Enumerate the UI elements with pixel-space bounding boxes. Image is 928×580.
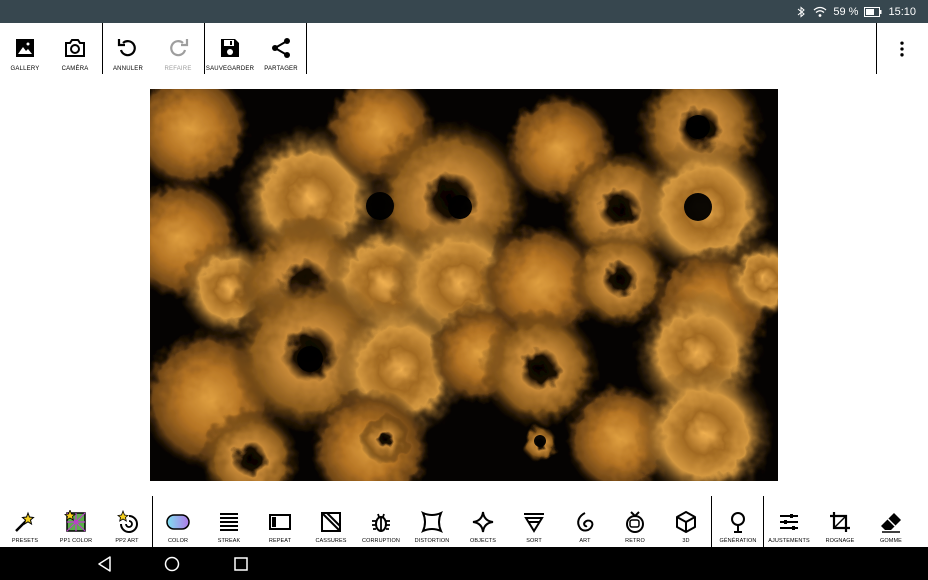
repeat-button[interactable]: REPEAT [263,496,297,547]
objects-button[interactable]: OBJECTS [466,496,500,547]
distortion-button[interactable]: DISTORTION [412,496,452,547]
save-label: SAUVEGARDER [205,66,255,72]
color-label: COLOR [167,538,189,544]
art-label: ART [579,538,591,544]
status-bar: 59 % 15:10 [0,0,928,23]
more-vert-icon [900,41,904,57]
adjustments-button[interactable]: AJUSTEMENTS [766,496,812,547]
magic-wand-icon [15,511,35,532]
toolbar-divider [763,496,764,547]
pp2-art-label: PP2 ART [115,538,139,544]
toolbar-divider [152,496,153,547]
eraser-label: GOMME [880,538,902,544]
bug-icon [372,513,390,532]
gallery-button[interactable]: GALLERY [5,23,45,74]
camera-button[interactable]: CAMÉRA [55,23,95,74]
streak-button[interactable]: STREAK [212,496,246,547]
retro-button[interactable]: RETRO [618,496,652,547]
tree-icon [731,512,745,533]
toolbar-divider [711,496,712,547]
cube-icon [676,511,696,533]
share-icon [272,38,290,58]
generation-label: GÉNÉRATION [719,538,757,544]
cassures-button[interactable]: CASSURES [313,496,349,547]
cassures-icon [321,512,341,532]
navigation-bar [0,547,928,580]
share-button[interactable]: PARTAGER [261,23,301,74]
battery-percent: 59 % [833,5,859,18]
sort-button[interactable]: SORT [517,496,551,547]
floppy-disk-icon [221,39,239,57]
share-label: PARTAGER [264,66,298,72]
distortion-icon [421,511,443,533]
objects-label: OBJECTS [469,538,497,544]
image-icon [16,39,34,57]
toolbar-divider [204,23,205,74]
recents-icon[interactable] [233,556,249,572]
undo-icon [117,39,136,57]
toolbar-divider [306,23,307,74]
crop-label: ROGNAGE [825,538,855,544]
art-button[interactable]: ART [568,496,602,547]
toolbar-divider [102,23,103,74]
overflow-menu-button[interactable] [888,23,916,74]
undo-label: ANNULER [112,66,144,72]
cassures-label: CASSURES [315,538,347,544]
crop-icon [830,512,850,532]
retro-label: RETRO [625,538,645,544]
corruption-button[interactable]: CORRUPTION [361,496,401,547]
pp1-color-label: PP1 COLOR [59,538,93,544]
camera-label: CAMÉRA [61,66,89,72]
back-icon[interactable] [97,556,113,572]
color-button[interactable]: COLOR [161,496,195,547]
image-canvas[interactable] [150,89,778,481]
repeat-icon [269,514,291,530]
crop-button[interactable]: ROGNAGE [822,496,858,547]
sliders-icon [780,514,798,530]
presets-label: PRESETS [11,538,39,544]
gallery-label: GALLERY [10,66,40,72]
redo-button[interactable]: REFAIRE [158,23,198,74]
camera-icon [65,39,85,57]
presets-button[interactable]: PRESETS [8,496,42,547]
redo-label: REFAIRE [164,66,192,72]
clock: 15:10 [888,5,916,18]
3d-button[interactable]: 3D [669,496,703,547]
repeat-label: REPEAT [268,538,292,544]
bottom-toolbar: PRESETS PP1 COLOR PP2 ART COLOR STREAK R… [0,496,928,547]
eraser-icon [881,513,901,533]
color-pill-icon [166,514,190,530]
3d-label: 3D [682,538,690,544]
tv-icon [626,511,644,533]
streak-label: STREAK [217,538,241,544]
pp1-color-icon [64,510,86,532]
bluetooth-icon [798,5,806,18]
undo-button[interactable]: ANNULER [108,23,148,74]
pp2-art-button[interactable]: PP2 ART [109,496,145,547]
top-toolbar: GALLERY CAMÉRA ANNULER REFAIRE SAUVEGARD… [0,23,928,74]
eraser-button[interactable]: GOMME [873,496,909,547]
streak-icon [220,513,238,531]
sort-label: SORT [526,538,542,544]
wifi-icon [813,6,827,17]
redo-icon [170,39,189,57]
kaleidoscope-image [150,89,778,481]
distortion-label: DISTORTION [414,538,450,544]
sort-icon [524,513,544,533]
toolbar-divider [876,23,877,74]
save-button[interactable]: SAUVEGARDER [205,23,255,74]
sparkle-icon [472,511,494,533]
corruption-label: CORRUPTION [362,538,400,544]
adjustments-label: AJUSTEMENTS [768,538,810,544]
generation-button[interactable]: GÉNÉRATION [716,496,760,547]
battery-icon [864,6,882,17]
pp1-color-button[interactable]: PP1 COLOR [58,496,94,547]
art-icon [577,512,594,532]
home-icon[interactable] [164,556,180,572]
pp2-art-icon [117,510,138,533]
